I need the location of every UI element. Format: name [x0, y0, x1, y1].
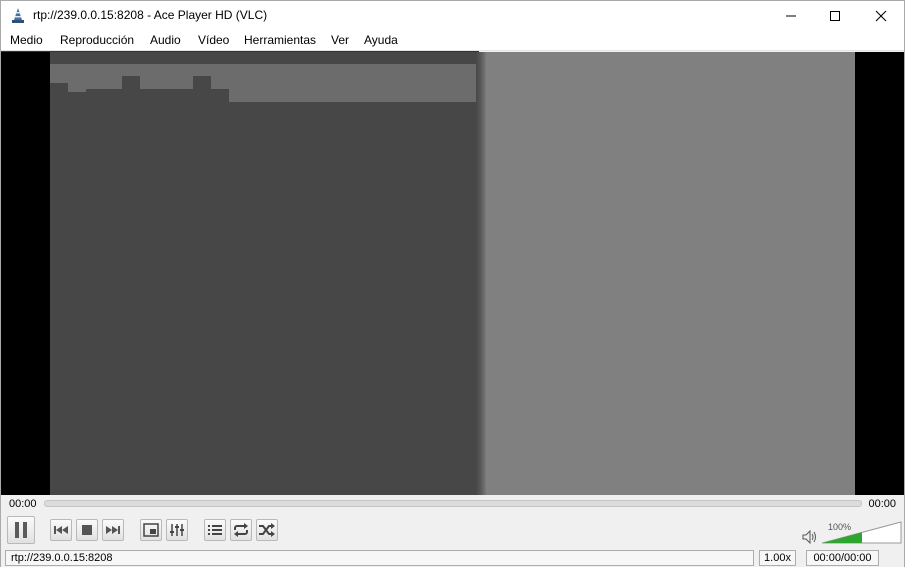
stop-button[interactable] [76, 519, 98, 541]
video-skyline-shape [50, 76, 229, 102]
previous-button[interactable] [50, 519, 72, 541]
pause-icon [15, 522, 27, 538]
menu-video[interactable]: Vídeo [198, 33, 229, 47]
playback-speed[interactable]: 1.00x [759, 550, 796, 566]
playlist-button[interactable] [204, 519, 226, 541]
video-divider [476, 52, 486, 495]
app-cone-icon [12, 8, 24, 23]
loop-button[interactable] [230, 519, 252, 541]
video-frame [50, 52, 855, 495]
playlist-icon [208, 525, 222, 535]
seek-row: 00:00 00:00 [1, 495, 904, 513]
shuffle-icon [259, 523, 275, 537]
menu-reproduccion[interactable]: Reproducción [60, 33, 134, 47]
total-time: 00:00 [868, 498, 896, 510]
extended-settings-icon [170, 524, 184, 536]
video-output[interactable] [1, 52, 904, 495]
next-button[interactable] [102, 519, 124, 541]
fullscreen-icon [143, 523, 159, 537]
previous-icon [54, 526, 68, 534]
video-left-region [50, 52, 480, 495]
shuffle-button[interactable] [256, 519, 278, 541]
loop-icon [234, 523, 248, 537]
menu-ayuda[interactable]: Ayuda [364, 33, 398, 47]
player-window: rtp://239.0.0.15:8208 - Ace Player HD (V… [0, 0, 905, 567]
speaker-icon[interactable] [802, 530, 818, 544]
next-icon [106, 526, 120, 534]
menu-ver[interactable]: Ver [331, 33, 349, 47]
menu-herramientas[interactable]: Herramientas [244, 33, 316, 47]
stop-icon [82, 525, 92, 535]
status-bar: rtp://239.0.0.15:8208 1.00x 00:00/00:00 [1, 548, 904, 567]
volume-slider[interactable] [822, 521, 902, 544]
maximize-button[interactable] [812, 1, 858, 30]
minimize-icon [786, 15, 796, 16]
menu-bar: Medio Reproducción Audio Vídeo Herramien… [1, 30, 904, 51]
window-title: rtp://239.0.0.15:8208 - Ace Player HD (V… [33, 8, 268, 22]
seek-slider[interactable] [44, 500, 862, 507]
fullscreen-button[interactable] [140, 519, 162, 541]
maximize-icon [830, 10, 840, 21]
menu-medio[interactable]: Medio [10, 33, 43, 47]
minimize-button[interactable] [768, 1, 814, 30]
close-icon [875, 10, 887, 21]
extended-settings-button[interactable] [166, 519, 188, 541]
status-time[interactable]: 00:00/00:00 [806, 550, 879, 566]
pause-button[interactable] [7, 516, 35, 544]
status-stream-url: rtp://239.0.0.15:8208 [5, 550, 754, 566]
controls-bar: 100% [1, 513, 904, 548]
elapsed-time: 00:00 [9, 498, 37, 510]
title-bar[interactable]: rtp://239.0.0.15:8208 - Ace Player HD (V… [1, 1, 904, 30]
close-button[interactable] [858, 1, 904, 30]
menu-audio[interactable]: Audio [150, 33, 181, 47]
